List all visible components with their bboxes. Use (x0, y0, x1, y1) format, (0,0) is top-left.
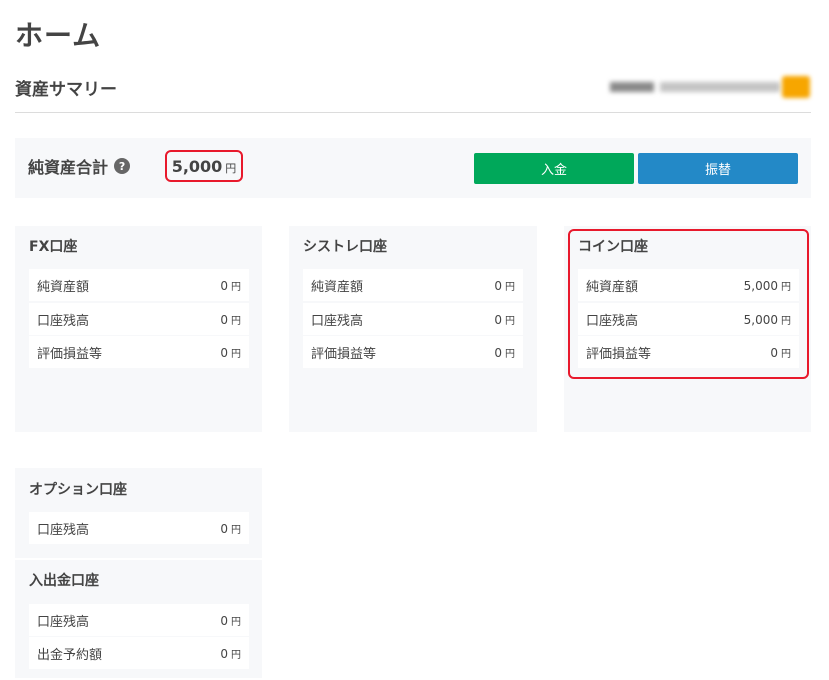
systre-account-card: シストレ口座 純資産額 0円 口座残高 0円 評価損益等 0円 (289, 226, 537, 432)
row-label: 評価損益等 (586, 346, 652, 362)
divider (15, 112, 811, 113)
deposit-button[interactable]: 入金 (474, 153, 634, 184)
card-title: オプション口座 (29, 482, 127, 498)
row-unit: 円 (231, 315, 241, 327)
deposit-withdraw-account-card: 入出金口座 口座残高 0円 出金予約額 0円 (15, 560, 262, 678)
row-unit: 円 (505, 281, 515, 293)
net-assets-total-bar: 純資産合計 ? 5,000 円 入金 振替 (15, 138, 811, 198)
row-label: 口座残高 (311, 313, 364, 329)
row-unit: 円 (781, 281, 791, 293)
list-item: 純資産額 5,000 円 (578, 269, 799, 301)
card-title: FX口座 (29, 239, 78, 255)
row-value: 5,000 (743, 312, 778, 327)
blurred-badge (782, 76, 810, 98)
row-unit: 円 (231, 649, 241, 661)
row-label: 評価損益等 (311, 346, 377, 362)
row-value: 0 (220, 521, 228, 536)
row-value: 0 (494, 278, 502, 293)
row-unit: 円 (505, 348, 515, 360)
list-item: 純資産額 0円 (29, 269, 249, 301)
list-item: 評価損益等 0円 (303, 336, 523, 368)
net-assets-total-label-group: 純資産合計 ? (28, 154, 131, 178)
net-assets-total-unit: 円 (225, 161, 237, 175)
row-value: 0 (494, 345, 502, 360)
row-label: 純資産額 (586, 279, 639, 295)
fx-account-card: FX口座 純資産額 0円 口座残高 0円 評価損益等 0円 (15, 226, 262, 432)
card-title: コイン口座 (578, 239, 648, 255)
row-unit: 円 (781, 348, 791, 360)
row-value: 0 (220, 345, 228, 360)
row-label: 評価損益等 (37, 346, 103, 362)
list-item: 口座残高 0円 (29, 303, 249, 335)
row-unit: 円 (231, 281, 241, 293)
question-circle-icon[interactable]: ? (114, 158, 131, 174)
row-unit: 円 (781, 315, 791, 327)
row-label: 純資産額 (311, 279, 364, 295)
row-label: 出金予約額 (37, 647, 103, 663)
net-assets-total-value: 5,000 (171, 156, 223, 176)
list-item: 純資産額 0円 (303, 269, 523, 301)
row-value: 5,000 (743, 278, 778, 293)
list-item: 口座残高 5,000 円 (578, 303, 799, 335)
row-unit: 円 (505, 315, 515, 327)
coin-account-card: コイン口座 純資産額 5,000 円 口座残高 5,000 円 評価損益等 0円 (564, 226, 811, 432)
net-assets-total-label: 純資産合計 (28, 158, 109, 177)
list-item: 出金予約額 0円 (29, 637, 249, 669)
option-account-card: オプション口座 口座残高 0円 (15, 468, 262, 558)
row-value: 0 (770, 345, 778, 360)
row-label: 純資産額 (37, 279, 90, 295)
card-title: 入出金口座 (29, 573, 99, 589)
row-unit: 円 (231, 524, 241, 536)
row-label: 口座残高 (37, 313, 90, 329)
list-item: 評価損益等 0円 (29, 336, 249, 368)
list-item: 口座残高 0円 (303, 303, 523, 335)
transfer-button[interactable]: 振替 (638, 153, 798, 184)
row-label: 口座残高 (37, 614, 90, 630)
row-value: 0 (220, 278, 228, 293)
section-title: 資産サマリー (15, 80, 117, 100)
list-item: 口座残高 0円 (29, 604, 249, 636)
list-item: 口座残高 0円 (29, 512, 249, 544)
row-value: 0 (220, 312, 228, 327)
row-value: 0 (494, 312, 502, 327)
net-assets-total-value-box: 5,000 円 (165, 150, 243, 182)
row-value: 0 (220, 613, 228, 628)
row-unit: 円 (231, 348, 241, 360)
card-title: シストレ口座 (303, 239, 387, 255)
row-label: 口座残高 (586, 313, 639, 329)
row-value: 0 (220, 646, 228, 661)
row-label: 口座残高 (37, 522, 90, 538)
row-unit: 円 (231, 616, 241, 628)
blurred-account-info (610, 80, 785, 94)
page-title: ホーム (15, 19, 102, 52)
list-item: 評価損益等 0円 (578, 336, 799, 368)
